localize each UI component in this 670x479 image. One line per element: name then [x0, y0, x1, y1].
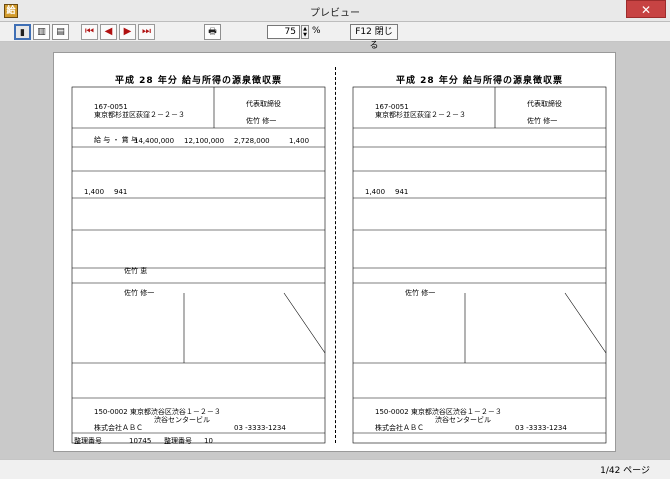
ref-label2-left: 整理番号 — [164, 437, 192, 445]
form-title-left: 平成 28 年分 給与所得の源泉徴収票 — [115, 76, 282, 86]
payer-name-left: 株式会社ＡＢＣ — [94, 424, 143, 432]
ref-val2-left: 10 — [204, 437, 213, 445]
page-divider — [335, 67, 336, 443]
multi-page-icon[interactable]: ▤ — [52, 24, 69, 40]
form-title-right: 平成 28 年分 給与所得の源泉徴収票 — [396, 76, 563, 86]
payer-name-right: 株式会社ＡＢＣ — [375, 424, 424, 432]
amount4-left: 1,400 — [289, 137, 310, 145]
zoom-unit: % — [312, 26, 321, 36]
page-indicator: 1/42 ページ — [600, 466, 650, 476]
deduction2-right: 941 — [395, 188, 409, 196]
ref-label-left: 整理番号 — [74, 437, 102, 445]
position-left: 代表取締役 — [246, 100, 281, 108]
position-right: 代表取締役 — [527, 100, 562, 108]
last-page-icon[interactable]: ⏭ — [138, 24, 155, 40]
single-page-icon[interactable]: ▮ — [14, 24, 31, 40]
first-page-icon[interactable]: ⏮ — [81, 24, 98, 40]
address-left: 東京都杉並区荻窪２－２－３ — [94, 111, 185, 119]
preview-page: 平成 28 年分 給与所得の源泉徴収票 平成 28 年分 給与所得の源泉徴収票 … — [53, 52, 616, 452]
spouse2-name-left: 佐竹 修一 — [124, 289, 155, 297]
printer-icon[interactable]: 🖶 — [204, 24, 221, 40]
phone-right: 03 -3333-1234 — [515, 424, 567, 432]
deduction-right: 1,400 — [365, 188, 386, 196]
row-label-left: 給 与 ・ 賞 与 — [94, 136, 138, 144]
status-bar: 1/42 ページ — [0, 459, 670, 479]
amount-left: 14,400,000 — [134, 137, 175, 145]
deduction-left: 1,400 — [84, 188, 105, 196]
window-close-button[interactable]: ✕ — [626, 0, 666, 18]
payer-building-left: 渋谷センタービル — [154, 416, 210, 424]
spouse-name-left: 佐竹 恵 — [124, 267, 148, 275]
amount2-left: 12,100,000 — [184, 137, 225, 145]
close-preview-button[interactable]: F12 閉じる — [350, 24, 398, 51]
title-bar: 給 プレビュー ✕ — [0, 0, 670, 22]
zoom-stepper[interactable]: ▲ ▼ — [301, 25, 309, 39]
postal-right: 167-0051 — [375, 103, 409, 111]
ref-val-left: 10745 — [129, 437, 152, 445]
name-right: 佐竹 修一 — [527, 117, 558, 125]
name-left: 佐竹 修一 — [246, 117, 277, 125]
postal-left: 167-0051 — [94, 103, 128, 111]
phone-left: 03 -3333-1234 — [234, 424, 286, 432]
toolbar: ▮ ▥ ▤ ⏮ ◀ ▶ ⏭ 🖶 75 ▲ ▼ % F12 閉じる — [0, 22, 670, 51]
address-right: 東京都杉並区荻窪２－２－３ — [375, 111, 466, 119]
prev-page-icon[interactable]: ◀ — [100, 24, 117, 40]
amount3-left: 2,728,000 — [234, 137, 270, 145]
payer-address-right: 150-0002 東京都渋谷区渋谷１－２－３ — [375, 408, 502, 416]
spouse-name-right: 佐竹 修一 — [405, 289, 436, 297]
next-page-icon[interactable]: ▶ — [119, 24, 136, 40]
zoom-input[interactable]: 75 — [267, 25, 300, 39]
payer-address-left: 150-0002 東京都渋谷区渋谷１－２－３ — [94, 408, 221, 416]
payer-building-right: 渋谷センタービル — [435, 416, 491, 424]
double-page-icon[interactable]: ▥ — [33, 24, 50, 40]
window-title: プレビュー — [310, 8, 360, 19]
deduction2-left: 941 — [114, 188, 128, 196]
